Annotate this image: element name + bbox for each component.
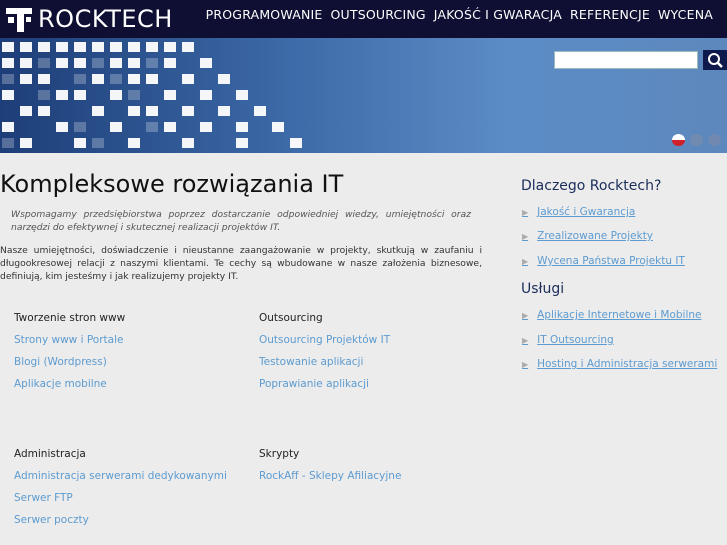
page-title: Kompleksowe rozwiązania IT: [0, 170, 344, 198]
sidebar-link-label: Hosting i Administracja serwerami: [537, 358, 718, 370]
pl-flag-icon[interactable]: [672, 134, 685, 146]
sidebar-link-label: Wycena Państwa Projektu IT: [537, 255, 685, 267]
service-link[interactable]: RockAff - Sklepy Afiliacyjne: [259, 470, 401, 482]
sidebar-link[interactable]: ▶ Wycena Państwa Projektu IT: [522, 255, 685, 267]
sidebar-link[interactable]: ▶ Hosting i Administracja serwerami: [522, 358, 717, 370]
arrow-right-icon: ▶: [522, 256, 529, 266]
service-link[interactable]: Aplikacje mobilne: [14, 378, 125, 390]
arrow-right-icon: ▶: [522, 231, 529, 241]
service-link[interactable]: Serwer FTP: [14, 492, 227, 504]
top-bar: ROCKTECH PROGRAMOWANIE OUTSOURCING JAKOŚ…: [0, 0, 727, 38]
service-group-title: Administracja: [14, 448, 86, 460]
logo[interactable]: ROCKTECH: [6, 5, 173, 33]
brand-name: ROCKTECH: [38, 5, 173, 33]
gb-flag-icon[interactable]: [690, 134, 703, 146]
search-input[interactable]: [554, 51, 698, 69]
service-link[interactable]: Outsourcing Projektów IT: [259, 334, 390, 346]
nav-outsourcing[interactable]: OUTSOURCING: [331, 7, 426, 22]
lead-text: Wspomagamy przedsiębiorstwa poprzez dost…: [11, 209, 471, 233]
sidebar-link-label: IT Outsourcing: [537, 334, 614, 346]
arrow-right-icon: ▶: [522, 335, 529, 345]
sidebar-link[interactable]: ▶ Aplikacje Internetowe i Mobilne: [522, 309, 702, 321]
service-link[interactable]: Serwer poczty: [14, 514, 227, 526]
sidebar-services-title: Usługi: [521, 281, 565, 297]
nav-referencje[interactable]: REFERENCJE: [570, 7, 650, 22]
sidebar-link-label: Aplikacje Internetowe i Mobilne: [537, 309, 702, 321]
main-nav: PROGRAMOWANIE OUTSOURCING JAKOŚĆ I GWARA…: [206, 7, 713, 22]
service-group-skrypty: Skrypty RockAff - Sklepy Afiliacyjne: [259, 448, 401, 492]
service-link[interactable]: Poprawianie aplikacji: [259, 378, 390, 390]
service-link[interactable]: Administracja serwerami dedykowanymi: [14, 470, 227, 482]
sidebar-why-title: Dlaczego Rocktech?: [521, 178, 662, 194]
nav-wycena[interactable]: WYCENA: [658, 7, 713, 22]
sidebar-link[interactable]: ▶ Jakość i Gwarancja: [522, 206, 635, 218]
nav-programowanie[interactable]: PROGRAMOWANIE: [206, 7, 323, 22]
service-group-www: Tworzenie stron www Strony www i Portale…: [14, 312, 125, 400]
us-flag-icon[interactable]: [708, 134, 721, 146]
logo-icon: [6, 6, 32, 32]
service-group-title: Tworzenie stron www: [14, 312, 126, 324]
sidebar-link-label: Jakość i Gwarancja: [537, 206, 636, 218]
language-switcher: [672, 134, 721, 146]
search-button[interactable]: [703, 50, 727, 70]
service-group-title: Skrypty: [259, 448, 300, 460]
service-link[interactable]: Testowanie aplikacji: [259, 356, 390, 368]
arrow-right-icon: ▶: [522, 310, 529, 320]
arrow-right-icon: ▶: [522, 359, 529, 369]
service-group-administracja: Administracja Administracja serwerami de…: [14, 448, 227, 536]
intro-paragraph: Nasze umiejętności, doświadczenie i nieu…: [0, 245, 482, 282]
arrow-right-icon: ▶: [522, 207, 529, 217]
sidebar-link-label: Zrealizowane Projekty: [537, 230, 654, 242]
sidebar-link[interactable]: ▶ Zrealizowane Projekty: [522, 230, 653, 242]
service-group-outsourcing: Outsourcing Outsourcing Projektów IT Tes…: [259, 312, 390, 400]
service-link[interactable]: Blogi (Wordpress): [14, 356, 125, 368]
search-icon: [708, 53, 723, 68]
sidebar-link[interactable]: ▶ IT Outsourcing: [522, 334, 614, 346]
nav-jakosc[interactable]: JAKOŚĆ I GWARACJA: [434, 7, 562, 22]
service-link[interactable]: Strony www i Portale: [14, 334, 125, 346]
service-group-title: Outsourcing: [259, 312, 323, 324]
